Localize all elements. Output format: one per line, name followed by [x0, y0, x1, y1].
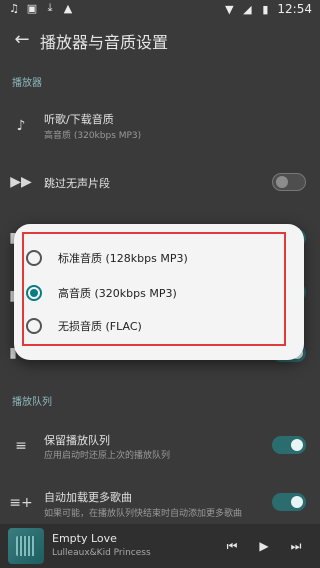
- keep-queue-toggle[interactable]: [272, 436, 306, 454]
- setting-title: 听歌/下载音质: [44, 113, 114, 126]
- battery-icon: ▮: [262, 2, 269, 16]
- skip-forward-icon: ▶▶: [10, 174, 32, 190]
- album-cover: [8, 528, 44, 564]
- back-arrow-icon[interactable]: ←: [10, 27, 34, 51]
- setting-subtitle: 应用启动时还原上次的播放队列: [44, 451, 171, 461]
- song-title: Empty Love: [52, 532, 117, 545]
- music-notification-icon: ♫: [9, 1, 19, 15]
- setting-title: 跳过无声片段: [44, 177, 110, 190]
- radio-lossless[interactable]: [26, 318, 42, 334]
- mini-player[interactable]: Empty Love Lulleaux&Kid Princess ⏮ ▶ ⏭: [0, 524, 320, 568]
- section-header-queue: 播放队列: [12, 397, 52, 408]
- queue-add-icon: ≡+: [9, 495, 33, 511]
- next-icon[interactable]: ⏭: [286, 536, 306, 556]
- setting-subtitle: 如果可能，在播放队列快结束时自动添加更多歌曲: [44, 509, 243, 519]
- music-note-icon: ♪: [16, 118, 26, 134]
- setting-title: 保留播放队列: [44, 434, 110, 447]
- option-high[interactable]: 高音质 (320kbps MP3): [26, 281, 177, 305]
- radio-high[interactable]: [26, 285, 42, 301]
- download-notification-icon: ⤓: [47, 1, 53, 14]
- play-icon[interactable]: ▶: [254, 536, 274, 556]
- option-label: 标准音质 (128kbps MP3): [58, 252, 188, 265]
- app-notification-icon: ▲: [63, 1, 73, 15]
- skip-silence-toggle[interactable]: [272, 173, 306, 191]
- audio-quality-dialog: 标准音质 (128kbps MP3) 高音质 (320kbps MP3) 无损音…: [14, 224, 304, 360]
- status-bar: ♫ ▣ ⤓ ▲ ▼ ◢ ▮ 12:54: [0, 0, 320, 20]
- option-label: 无损音质 (FLAC): [58, 320, 142, 333]
- radio-standard[interactable]: [26, 250, 42, 266]
- artist-name: Lulleaux&Kid Princess: [52, 548, 151, 558]
- autoload-toggle[interactable]: [272, 493, 306, 511]
- clock: 12:54: [277, 2, 312, 16]
- section-header-player: 播放器: [12, 78, 42, 89]
- setting-subtitle: 高音质 (320kbps MP3): [44, 131, 142, 141]
- page-title: 播放器与音质设置: [40, 33, 169, 52]
- image-notification-icon: ▣: [26, 1, 38, 15]
- wifi-icon: ▼: [225, 2, 234, 16]
- option-standard[interactable]: 标准音质 (128kbps MP3): [26, 246, 188, 270]
- option-label: 高音质 (320kbps MP3): [58, 287, 177, 300]
- queue-icon: ≡: [15, 438, 27, 454]
- signal-icon: ◢: [243, 2, 252, 16]
- app-bar: ← 播放器与音质设置: [0, 20, 320, 60]
- option-lossless[interactable]: 无损音质 (FLAC): [26, 314, 142, 338]
- setting-title: 自动加载更多歌曲: [44, 491, 132, 504]
- previous-icon[interactable]: ⏮: [222, 536, 242, 556]
